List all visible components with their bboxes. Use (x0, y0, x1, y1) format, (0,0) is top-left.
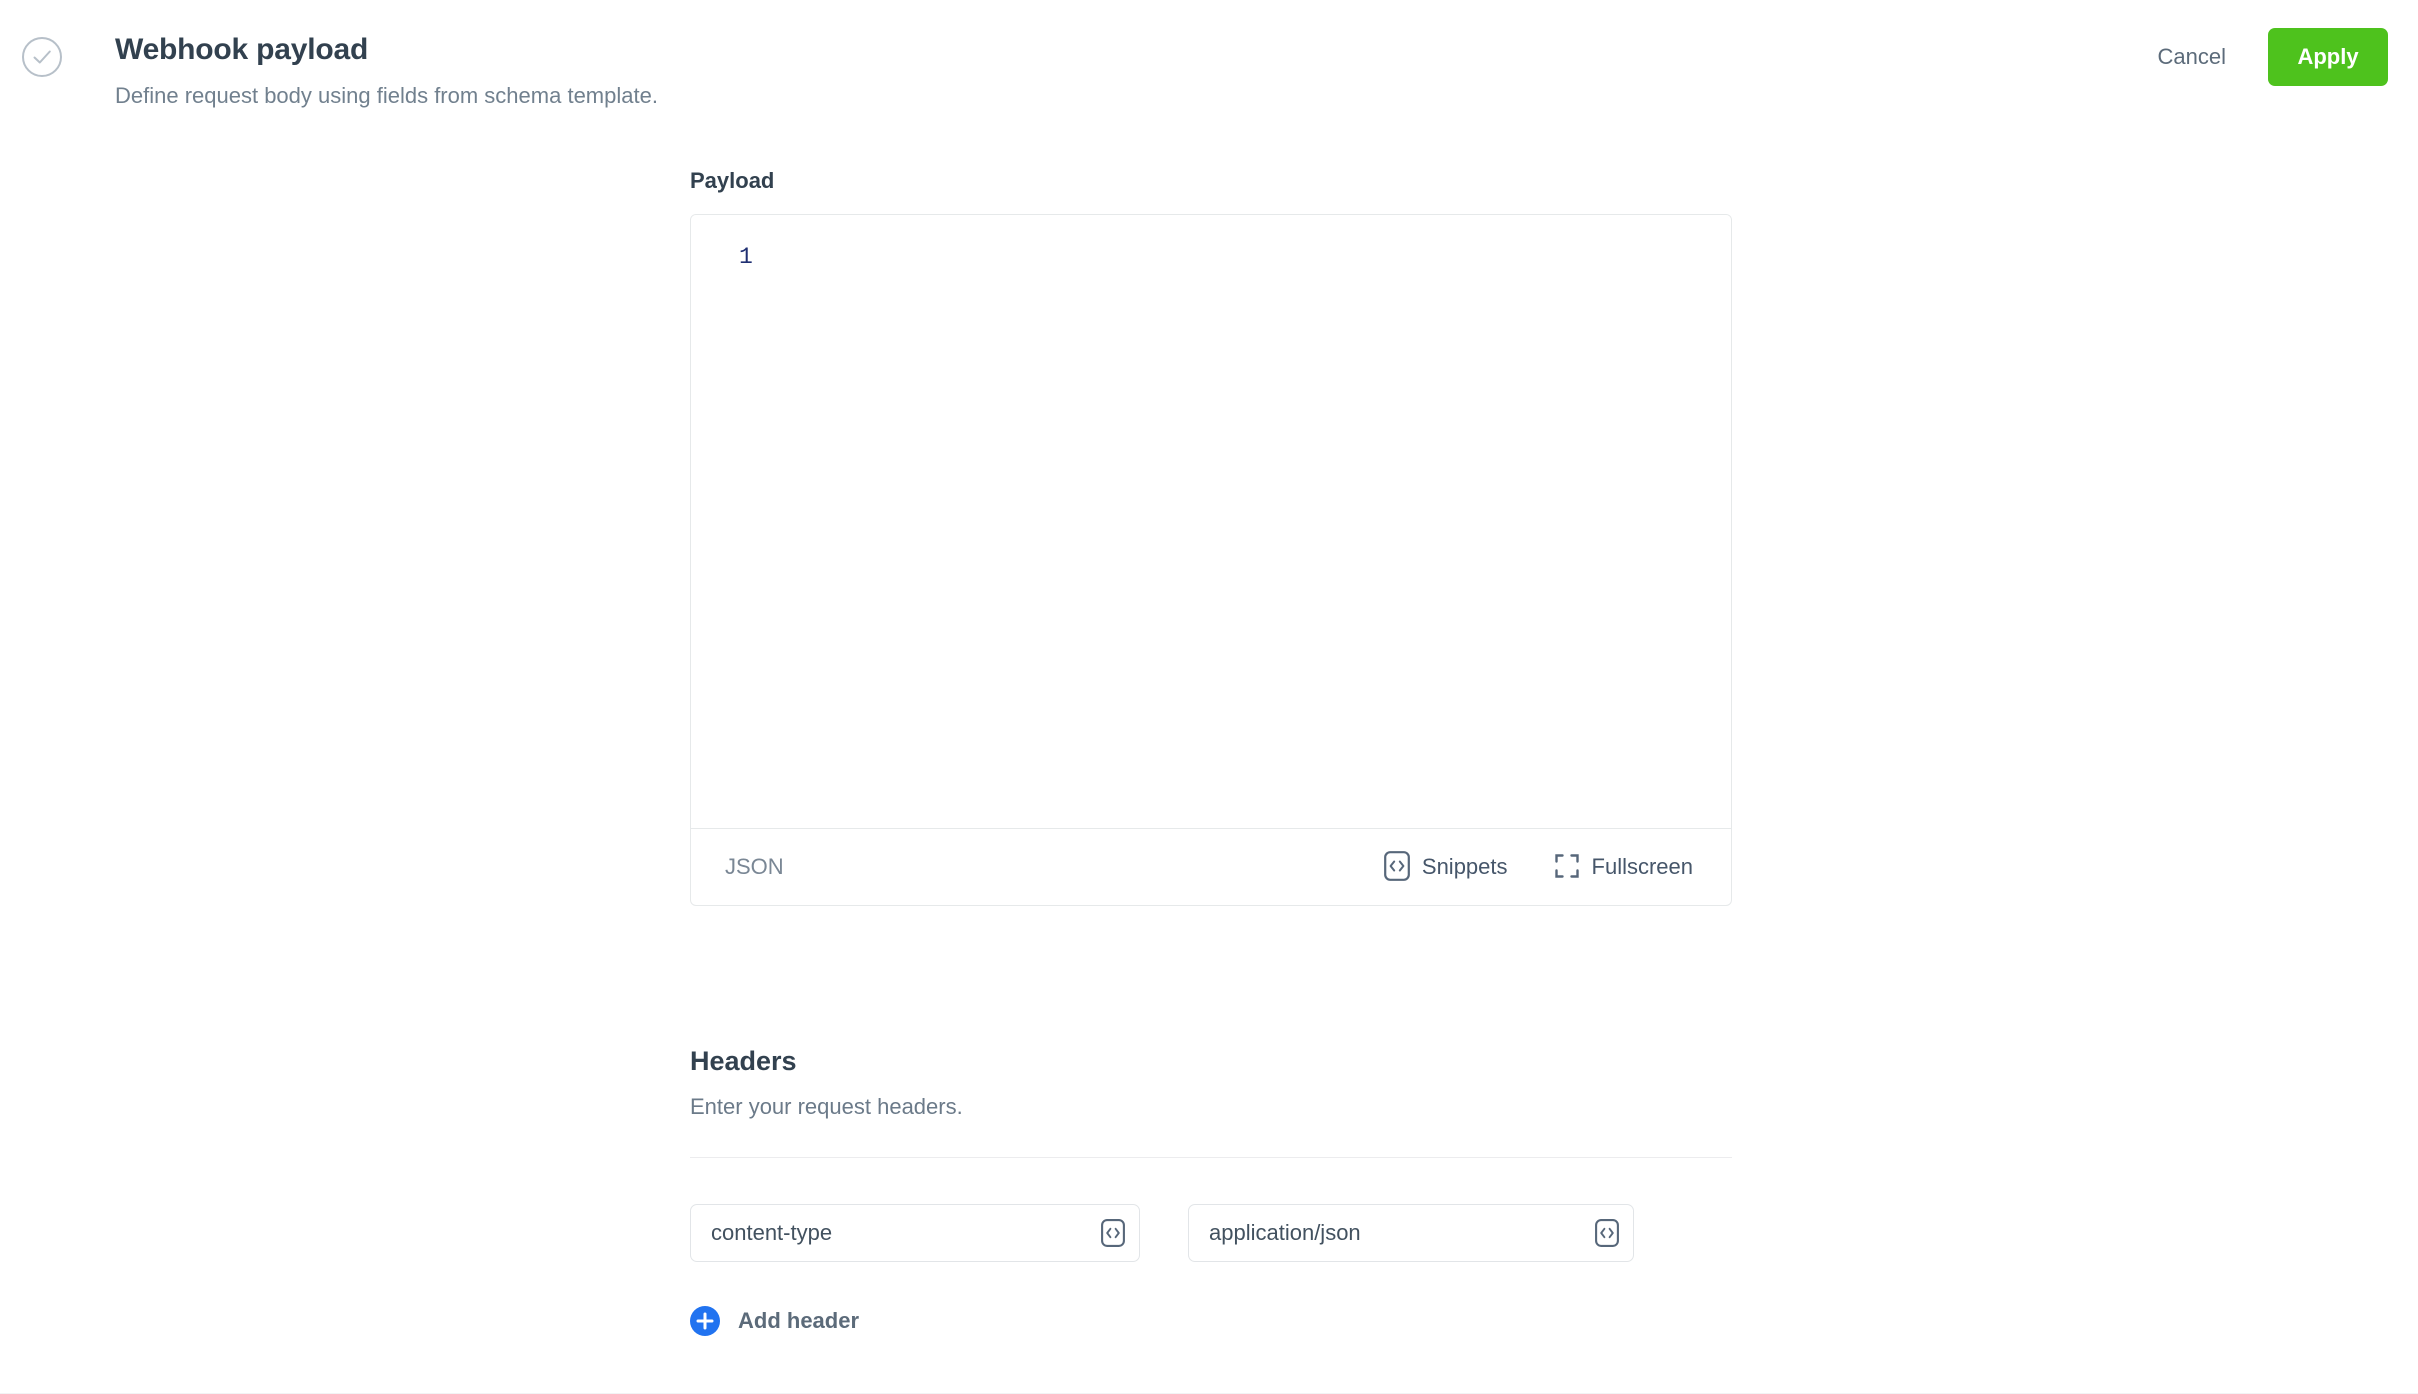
page-title: Webhook payload (115, 33, 369, 66)
header-row (690, 1204, 1732, 1262)
code-brackets-icon (1383, 850, 1410, 884)
header-text-block: Webhook payload Define request body usin… (115, 32, 658, 110)
cancel-button[interactable]: Cancel (2142, 30, 2242, 84)
header-key-input[interactable] (691, 1205, 1139, 1261)
header-actions: Cancel Apply (2142, 28, 2388, 86)
snippets-button-label: Snippets (1421, 854, 1508, 879)
editor-footer: JSON Snippets Fullscreen (691, 828, 1731, 905)
header-key-snippet-button[interactable] (1101, 1219, 1125, 1247)
editor-footer-actions: Snippets Fullscreen (1383, 850, 1693, 884)
apply-button[interactable]: Apply (2268, 28, 2388, 86)
fullscreen-icon (1554, 853, 1580, 882)
headers-divider (690, 1157, 1732, 1158)
headers-description: Enter your request headers. (690, 1094, 963, 1119)
payload-editor-area[interactable]: 1 (691, 215, 1731, 828)
main-content: Payload 1 JSON Snippets Fullscreen Heade… (690, 168, 1732, 1336)
fullscreen-button-label: Fullscreen (1591, 854, 1693, 879)
editor-language-label: JSON (725, 854, 784, 879)
header-value-input[interactable] (1189, 1205, 1633, 1261)
fullscreen-button[interactable]: Fullscreen (1554, 853, 1693, 882)
page-header: Webhook payload Define request body usin… (0, 0, 2418, 148)
add-header-label: Add header (738, 1308, 860, 1333)
header-key-field[interactable] (690, 1204, 1140, 1262)
snippets-button[interactable]: Snippets (1383, 850, 1508, 884)
header-rows: Add header (690, 1204, 1732, 1336)
header-value-field[interactable] (1188, 1204, 1634, 1262)
payload-label: Payload (690, 168, 775, 193)
header-value-snippet-button[interactable] (1595, 1219, 1619, 1247)
headers-title: Headers (690, 1046, 797, 1076)
check-circle-icon (21, 36, 63, 78)
add-header-button[interactable]: Add header (690, 1306, 859, 1336)
code-brackets-icon (1595, 1219, 1619, 1250)
page-subtitle: Define request body using fields from sc… (115, 83, 658, 108)
headers-section: Headers Enter your request headers. cont… (690, 1046, 1732, 1336)
payload-editor-panel: 1 JSON Snippets Fullscreen (690, 214, 1732, 906)
editor-line-number: 1 (739, 244, 753, 270)
code-brackets-icon (1101, 1219, 1125, 1250)
plus-circle-icon (690, 1306, 720, 1336)
